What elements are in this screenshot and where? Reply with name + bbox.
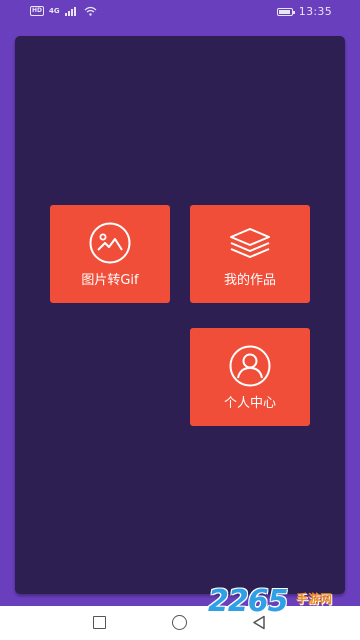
battery-fill [278, 9, 290, 14]
personal-center-button[interactable]: 个人中心 [190, 328, 310, 426]
main-panel [15, 36, 345, 594]
status-bar: HD 4G 13:35 [0, 0, 360, 24]
home-button[interactable] [172, 615, 187, 630]
status-left: HD 4G [30, 6, 97, 16]
wifi-icon [84, 6, 97, 16]
tile-label: 我的作品 [223, 273, 276, 288]
hd-badge: HD [30, 6, 45, 16]
battery-icon [276, 7, 295, 16]
status-right: 13:35 [276, 5, 332, 18]
network-type-label: 4G [49, 7, 60, 15]
signal-icon [64, 7, 76, 16]
layers-icon [230, 228, 270, 258]
my-works-button[interactable]: 我的作品 [190, 205, 310, 303]
watermark-logo: 2265 [208, 584, 288, 619]
navigation-bar [0, 606, 360, 640]
image-icon [89, 222, 131, 264]
tile-label: 个人中心 [223, 396, 276, 411]
image-to-gif-button[interactable]: 图片转Gif [50, 205, 170, 303]
recents-button[interactable] [93, 616, 106, 629]
status-time: 13:35 [298, 5, 332, 18]
watermark-subtext: 手游网 [296, 592, 333, 606]
user-icon [229, 345, 271, 387]
tile-label: 图片转Gif [81, 273, 139, 288]
